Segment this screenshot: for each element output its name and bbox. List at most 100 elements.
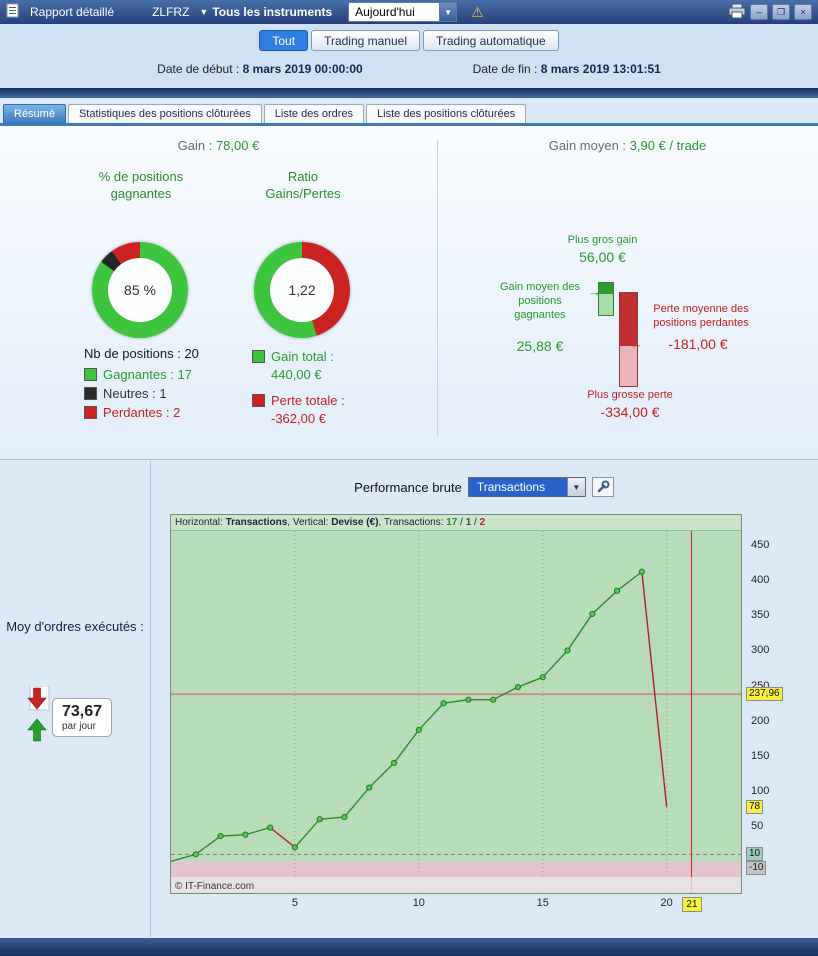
window-title: Rapport détaillé [30, 5, 115, 19]
y-tick-highlight: 10 [746, 847, 764, 862]
period-select[interactable]: Aujourd'hui ▼ [348, 2, 458, 22]
perte-totale-legend: Perte totale : [252, 393, 345, 408]
tab-resume[interactable]: Résumé [3, 104, 66, 123]
performance-dropdown[interactable]: Transactions ▼ [467, 477, 586, 497]
performance-label: Performance brute [354, 479, 462, 495]
filter-band: Tout Trading manuel Trading automatique … [0, 24, 818, 88]
orders-average-unit: par jour [62, 721, 96, 732]
y-tick: 200 [751, 714, 770, 727]
legend-neutres: Neutres : 1 [84, 386, 167, 401]
close-button[interactable]: × [794, 4, 812, 20]
chart-settings-button[interactable] [591, 477, 614, 497]
x-axis-labels: 5 10 15 20 21 [171, 897, 743, 913]
plus-grosse-perte-label: Plus grosse perte [587, 389, 673, 401]
print-button[interactable] [728, 3, 746, 22]
instruments-dropdown[interactable]: ▼ Tous les instruments [199, 5, 332, 19]
orders-average-title: Moy d'ordres exécutés : [6, 619, 144, 634]
ratio-value: 1,22 [288, 282, 316, 298]
chart-info-bar: Horizontal: Transactions, Vertical: Devi… [171, 515, 741, 531]
minimize-button[interactable]: – [750, 4, 768, 20]
performance-chart: Horizontal: Transactions, Vertical: Devi… [170, 514, 742, 894]
plus-gros-gain-label: Plus gros gain [567, 234, 638, 246]
gain-value: 78,00 € [215, 138, 260, 153]
x-tick: 10 [412, 897, 425, 909]
y-axis-labels: 450 400 350 300 250 200 150 100 50 237,96 78 10 -10 [746, 531, 798, 903]
mode-tabs: Tout Trading manuel Trading automatique [0, 30, 818, 51]
warning-icon: ⚠ [471, 3, 484, 20]
y-tick-highlight: 237,96 [746, 687, 783, 702]
tab-statistiques[interactable]: Statistiques des positions clôturées [67, 104, 262, 123]
legend-gagnantes: Gagnantes : 17 [84, 367, 192, 382]
y-tick: 450 [751, 539, 770, 552]
dark-square-icon [84, 387, 97, 400]
gain-loss-ratio-donut: 1,22 [254, 242, 350, 338]
winpct-value: 85 % [124, 282, 156, 298]
report-tabs: Résumé Statistiques des positions clôtur… [3, 104, 527, 123]
orders-average-widget: 73,67 par jour [24, 685, 113, 749]
legend-perdantes: Perdantes : 2 [84, 405, 180, 420]
performance-dropdown-value: Transactions [468, 478, 567, 496]
gain-moyen-gagnantes-label: Gain moyen des positions gagnantes [499, 281, 581, 321]
date-start: Date de début : 8 mars 2019 00:00:00 [157, 62, 363, 76]
perte-moyenne-label: Perte moyenne des positions perdantes [653, 303, 749, 329]
chevron-down-icon: ▼ [199, 7, 209, 17]
y-tick: 50 [751, 820, 764, 833]
tab-liste-ordres[interactable]: Liste des ordres [263, 104, 365, 123]
gain-moyen-line: Gain moyen : 3,90 € / trade [548, 138, 707, 153]
date-end: Date de fin : 8 mars 2019 13:01:51 [472, 62, 661, 76]
equity-curve: © IT-Finance.com [171, 531, 741, 893]
y-tick-highlight: -10 [746, 861, 767, 876]
svg-text:© IT-Finance.com: © IT-Finance.com [175, 881, 254, 892]
red-square-icon [84, 406, 97, 419]
tab-trading-automatique[interactable]: Trading automatique [423, 30, 559, 51]
y-tick: 150 [751, 749, 770, 762]
period-select-value: Aujourd'hui [355, 5, 415, 19]
gain-moyen-value: 3,90 € / trade [629, 138, 707, 153]
titlebar: Rapport détaillé ZLFRZ ▼ Tous les instru… [0, 0, 818, 24]
plus-gros-gain-value: 56,00 € [579, 249, 626, 265]
nb-positions: Nb de positions : 20 [84, 346, 199, 361]
vertical-divider [437, 140, 438, 436]
y-tick-highlight: 78 [746, 799, 764, 814]
combo-arrow-icon[interactable]: ▼ [566, 478, 585, 496]
x-tick: 20 [660, 897, 673, 909]
x-tick-cursor: 21 [682, 897, 702, 912]
sidebar-divider [150, 461, 151, 937]
y-tick: 400 [751, 574, 770, 587]
instruments-dropdown-label: Tous les instruments [212, 5, 333, 19]
tab-liste-positions[interactable]: Liste des positions clôturées [366, 104, 527, 123]
separator-bar [0, 88, 818, 98]
arrow-right-icon: → [588, 284, 601, 299]
tab-tout[interactable]: Tout [259, 30, 309, 51]
green-square-icon [252, 350, 265, 363]
winpct-title: % de positions gagnantes [98, 169, 184, 201]
status-bar [0, 938, 818, 956]
gain-total-line: Gain : 78,00 € [177, 138, 260, 153]
tab-trading-manuel[interactable]: Trading manuel [311, 30, 420, 51]
x-tick: 5 [291, 897, 298, 909]
ratio-title: Ratio Gains/Pertes [265, 169, 341, 201]
combo-arrow-icon[interactable]: ▼ [439, 3, 457, 21]
gain-total-legend: Gain total : [252, 349, 334, 364]
maximize-button[interactable]: ❐ [772, 4, 790, 20]
orders-arrows-icon [24, 685, 50, 749]
summary-panel: Gain : 78,00 € % de positions gagnantes … [0, 126, 818, 460]
performance-toolbar: Performance brute Transactions ▼ [150, 477, 818, 497]
winning-positions-donut: 85 % [92, 242, 188, 338]
report-window: Rapport détaillé ZLFRZ ▼ Tous les instru… [0, 0, 818, 956]
instrument-code: ZLFRZ [152, 5, 190, 19]
red-square-icon [252, 394, 265, 407]
x-tick: 15 [536, 897, 549, 909]
plus-grosse-perte-value: -334,00 € [600, 404, 660, 420]
gain-total-value: 440,00 € [271, 367, 322, 382]
orders-average-card: 73,67 par jour [52, 698, 113, 737]
arrow-left-icon: ← [630, 336, 643, 351]
report-doc-icon [6, 3, 20, 22]
date-range: Date de début : 8 mars 2019 00:00:00 Dat… [0, 62, 818, 76]
perte-totale-value: -362,00 € [271, 411, 326, 426]
orders-average-value: 73,67 [62, 703, 103, 720]
perte-moyenne-value: -181,00 € [668, 336, 728, 352]
y-tick: 100 [751, 785, 770, 798]
gain-moyen-gagnantes-value: 25,88 € [516, 338, 564, 354]
y-tick: 350 [751, 609, 770, 622]
